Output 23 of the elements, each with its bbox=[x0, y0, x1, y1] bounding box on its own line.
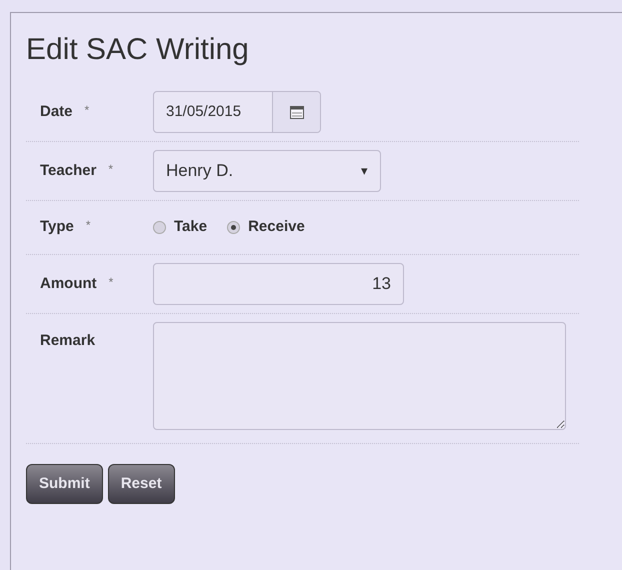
radio-button[interactable] bbox=[227, 221, 240, 234]
field-label: Teacher bbox=[40, 160, 96, 181]
remark-field[interactable] bbox=[153, 322, 566, 430]
field-label: Amount bbox=[40, 274, 97, 294]
form-button[interactable]: Reset bbox=[108, 464, 175, 504]
date-field[interactable]: 31/05/2015 bbox=[153, 91, 321, 133]
required-mark: * bbox=[108, 160, 114, 178]
form-button[interactable]: Submit bbox=[26, 464, 103, 504]
date-input[interactable]: 31/05/2015 bbox=[154, 100, 272, 124]
form-title: Edit SAC Writing bbox=[26, 35, 250, 65]
teacher-select[interactable]: Henry D. ▾ bbox=[153, 150, 381, 192]
field-label: Type bbox=[40, 217, 74, 238]
required-mark: * bbox=[84, 102, 90, 119]
required-mark: * bbox=[108, 274, 114, 291]
radio-button[interactable] bbox=[153, 221, 166, 234]
calendar-button[interactable] bbox=[272, 92, 320, 132]
calendar-icon bbox=[288, 104, 304, 120]
radio-option[interactable]: Take bbox=[153, 216, 208, 239]
field-label: Remark bbox=[40, 331, 96, 351]
required-mark: * bbox=[86, 217, 91, 234]
radio-option[interactable]: Receive bbox=[227, 216, 305, 239]
amount-field[interactable]: 13 bbox=[153, 263, 404, 305]
field-label: Date bbox=[40, 102, 73, 122]
